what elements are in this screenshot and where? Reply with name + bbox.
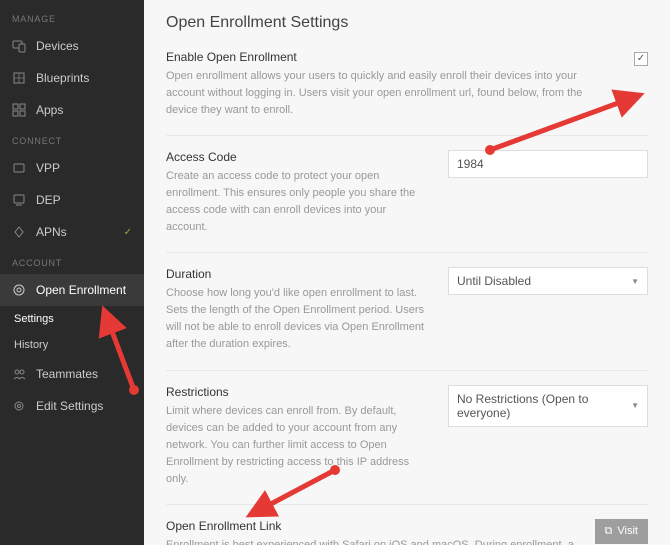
setting-desc: Choose how long you'd like open enrollme… — [166, 285, 428, 353]
chevron-down-icon: ▼ — [631, 401, 639, 410]
visit-button[interactable]: ⧉ Visit — [595, 519, 648, 544]
page-title: Open Enrollment Settings — [166, 14, 648, 32]
setting-desc: Create an access code to protect your op… — [166, 168, 428, 236]
dep-icon — [12, 193, 26, 207]
setting-duration: Duration Choose how long you'd like open… — [166, 252, 648, 369]
sidebar-item-devices[interactable]: Devices — [0, 30, 144, 62]
setting-title: Enable Open Enrollment — [166, 50, 614, 64]
sidebar-item-label: Open Enrollment — [36, 283, 126, 297]
sidebar-item-blueprints[interactable]: Blueprints — [0, 62, 144, 94]
apns-icon — [12, 225, 26, 239]
sidebar-item-open-enrollment[interactable]: Open Enrollment — [0, 274, 144, 306]
teammates-icon — [12, 367, 26, 381]
apps-icon — [12, 103, 26, 117]
sidebar-item-apns[interactable]: APNs ✓ — [0, 216, 144, 248]
chevron-down-icon: ▼ — [631, 277, 639, 286]
duration-select[interactable]: Until Disabled ▼ — [448, 267, 648, 295]
main-content: Open Enrollment Settings Enable Open Enr… — [144, 0, 670, 545]
sidebar-item-label: DEP — [36, 193, 61, 207]
section-account-label: ACCOUNT — [0, 248, 144, 274]
visit-label: Visit — [617, 525, 638, 537]
select-value: Until Disabled — [457, 274, 531, 288]
enable-enrollment-checkbox[interactable]: ✓ — [634, 52, 648, 66]
section-manage-label: MANAGE — [0, 4, 144, 30]
access-code-input[interactable] — [448, 150, 648, 178]
device-icon — [12, 39, 26, 53]
setting-desc: Open enrollment allows your users to qui… — [166, 68, 614, 119]
setting-title: Restrictions — [166, 385, 428, 399]
sidebar-item-label: VPP — [36, 161, 60, 175]
setting-access-code: Access Code Create an access code to pro… — [166, 135, 648, 252]
sidebar: MANAGE Devices Blueprints Apps CONNECT V… — [0, 0, 144, 545]
sidebar-item-label: Blueprints — [36, 71, 89, 85]
external-link-icon: ⧉ — [605, 525, 613, 538]
sidebar-item-dep[interactable]: DEP — [0, 184, 144, 216]
sidebar-item-edit-settings[interactable]: Edit Settings — [0, 390, 144, 422]
restrictions-select[interactable]: No Restrictions (Open to everyone) ▼ — [448, 385, 648, 427]
setting-title: Duration — [166, 267, 428, 281]
sidebar-item-teammates[interactable]: Teammates — [0, 358, 144, 390]
setting-title: Open Enrollment Link — [166, 519, 575, 533]
vpp-icon — [12, 161, 26, 175]
blueprint-icon — [12, 71, 26, 85]
check-icon: ✓ — [124, 227, 132, 238]
sidebar-subitem-history[interactable]: History — [0, 332, 144, 358]
setting-title: Access Code — [166, 150, 428, 164]
setting-enable-enrollment: Enable Open Enrollment Open enrollment a… — [166, 50, 648, 135]
sidebar-item-label: Apps — [36, 103, 63, 117]
setting-desc: Limit where devices can enroll from. By … — [166, 403, 428, 488]
sidebar-item-label: APNs — [36, 225, 67, 239]
sidebar-item-label: Teammates — [36, 367, 98, 381]
gear-icon — [12, 399, 26, 413]
sidebar-item-label: Edit Settings — [36, 399, 103, 413]
section-connect-label: CONNECT — [0, 126, 144, 152]
setting-desc: Enrollment is best experienced with Safa… — [166, 537, 575, 545]
setting-enrollment-link: Open Enrollment Link Enrollment is best … — [166, 504, 648, 545]
enroll-icon — [12, 283, 26, 297]
sidebar-item-apps[interactable]: Apps — [0, 94, 144, 126]
sidebar-subitem-settings[interactable]: Settings — [0, 306, 144, 332]
setting-restrictions: Restrictions Limit where devices can enr… — [166, 370, 648, 504]
select-value: No Restrictions (Open to everyone) — [457, 392, 631, 420]
sidebar-item-label: Devices — [36, 39, 79, 53]
sidebar-item-vpp[interactable]: VPP — [0, 152, 144, 184]
